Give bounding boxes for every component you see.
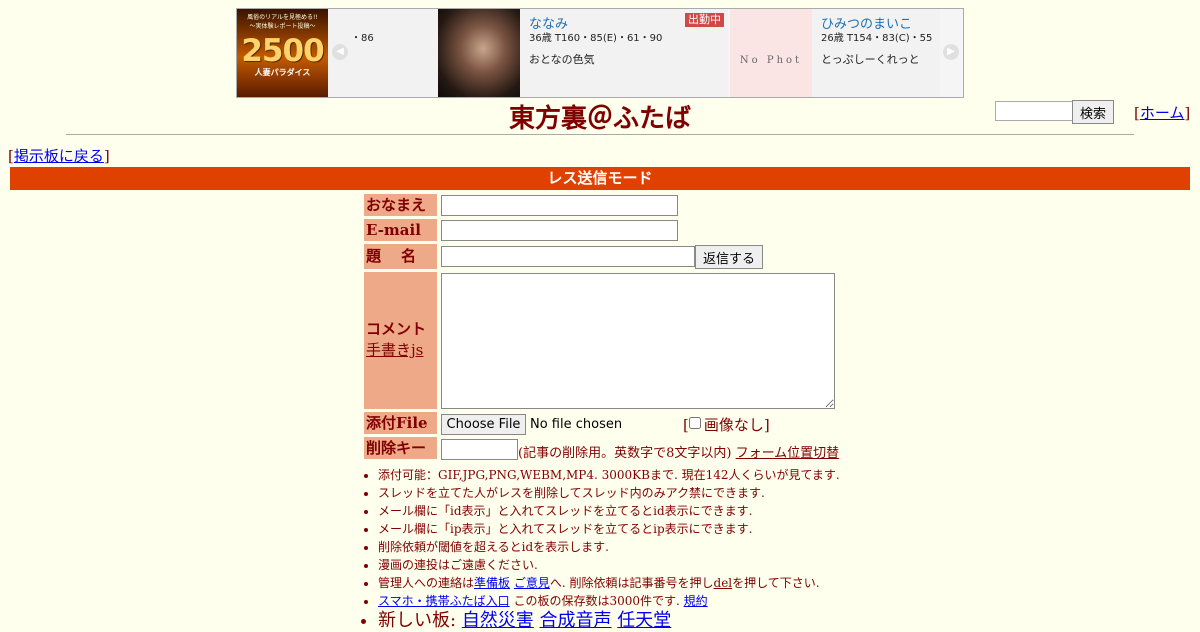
ad-text-2: ～実体験レポート投稿～ <box>249 23 316 30</box>
list-item: スマホ・携帯ふたば入口 この板の保存数は3000件です. 規約 <box>378 592 840 610</box>
name-field[interactable] <box>441 195 678 216</box>
carousel-left-arrow-icon[interactable]: ◀ <box>332 44 348 60</box>
new-board-link-nintendo[interactable]: 任天堂 <box>617 610 671 631</box>
ad-banner[interactable]: 風俗のリアルを見極める!! ～実体験レポート投稿～ 2500 人妻パラダイス ・… <box>236 8 964 98</box>
back-link-wrapper: [掲示板に戻る] <box>8 147 110 165</box>
new-board-link-synth-voice[interactable]: 合成音声 <box>540 610 612 631</box>
delete-key-field[interactable] <box>441 439 518 460</box>
new-board-link-disaster[interactable]: 自然災害 <box>462 610 534 631</box>
banner-card-2[interactable]: No Phot ひみつのまいこ 26歳 T154・83(C)・55 とっぷしーく… <box>730 9 940 97</box>
rules-list: 添付可能：GIF,JPG,PNG,WEBM,MP4. 3000KBまで. 現在1… <box>364 466 840 632</box>
choose-file-button[interactable]: Choose File <box>441 414 526 435</box>
comment-label: コメント <box>366 320 427 338</box>
banner-card-1-desc: おとなの色気 <box>529 53 595 66</box>
submit-reply-button[interactable]: 返信する <box>695 245 763 269</box>
new-boards-label: 新しい板: <box>378 610 457 631</box>
status-badge: 出勤中 <box>685 13 724 27</box>
search-input[interactable] <box>995 101 1075 121</box>
note-upload: 添付可能：GIF,JPG,PNG,WEBM,MP4. 3000KBまで. 現在1… <box>378 468 840 482</box>
file-label: 添付File <box>364 412 437 434</box>
banner-fragment-text: ・86 <box>351 33 374 44</box>
subject-label: 題名 <box>364 244 437 269</box>
prep-board-link[interactable]: 準備板 <box>474 576 510 590</box>
list-item: 新しい板: 自然災害 合成音声 任天堂 <box>378 610 840 632</box>
no-image-label: 画像なし] <box>703 416 770 434</box>
note-save-count: この板の保存数は3000件です. <box>513 594 680 608</box>
home-link[interactable]: ホーム <box>1140 104 1185 122</box>
list-item: メール欄に「ip表示」と入れてスレッドを立てるとip表示にできます. <box>378 520 840 538</box>
comment-label-cell: コメント 手書きjs <box>364 272 437 409</box>
delete-key-label: 削除キー <box>364 437 437 459</box>
banner-card-2-photo[interactable]: No Phot <box>730 9 812 97</box>
carousel-right-arrow-icon[interactable]: ▶ <box>943 44 959 60</box>
list-item: 削除依頼が閾値を超えるとidを表示します. <box>378 538 840 556</box>
delete-key-note-wrapper: (記事の削除用。英数字で8文字以内) フォーム位置切替 <box>518 442 839 461</box>
mobile-entrance-link[interactable]: スマホ・携帯ふたば入口 <box>378 594 510 608</box>
banner-card-1-stats: 36歳 T160・85(E)・61・90 <box>529 33 663 44</box>
no-file-chosen-text: No file chosen <box>530 417 623 432</box>
banner-card-1-photo[interactable] <box>438 9 520 97</box>
no-image-checkbox[interactable] <box>688 417 701 429</box>
note-thread-ban: スレッドを立てた人がレスを削除してスレッド内のみアク禁にできます. <box>378 486 765 500</box>
delete-key-note: (記事の削除用。英数字で8文字以内) <box>518 446 732 461</box>
note-contact-pre: 管理人への連絡は <box>378 576 475 590</box>
no-image-option[interactable]: [画像なし] <box>683 414 770 435</box>
note-contact-mid: へ. 削除依頼は記事番号を押し <box>549 576 714 590</box>
banner-card-2-desc: とっぷしーくれっと <box>821 53 920 66</box>
list-item: メール欄に「id表示」と入れてスレッドを立てるとid表示にできます. <box>378 502 840 520</box>
note-contact-post: を押して下さい. <box>732 576 820 590</box>
note-id-display: メール欄に「id表示」と入れてスレッドを立てるとid表示にできます. <box>378 504 753 518</box>
terms-link[interactable]: 規約 <box>684 594 708 608</box>
ad-text-1: 風俗のリアルを見極める!! <box>247 14 318 21</box>
note-delete-threshold: 削除依頼が閾値を超えるとidを表示します. <box>378 540 609 554</box>
form-position-toggle-link[interactable]: フォーム位置切替 <box>736 446 840 461</box>
ad-image[interactable]: 風俗のリアルを見極める!! ～実体験レポート投稿～ 2500 人妻パラダイス <box>237 9 328 97</box>
ad-big-number: 2500 <box>241 33 324 69</box>
note-manga: 漫画の連投はご遠慮ください. <box>378 558 538 572</box>
list-item: 添付可能：GIF,JPG,PNG,WEBM,MP4. 3000KBまで. 現在1… <box>378 466 840 484</box>
email-field[interactable] <box>441 220 678 241</box>
handwrite-link[interactable]: 手書きjs <box>366 341 423 359</box>
list-item: 漫画の連投はご遠慮ください. <box>378 556 840 574</box>
home-link-wrapper: [ホーム] <box>1134 104 1191 122</box>
search-button[interactable]: 検索 <box>1072 100 1114 124</box>
email-label: E-mail <box>364 219 437 241</box>
list-item: スレッドを立てた人がレスを削除してスレッド内のみアク禁にできます. <box>378 484 840 502</box>
del-link[interactable]: del <box>714 576 733 590</box>
banner-card-1[interactable]: ななみ 出勤中 36歳 T160・85(E)・61・90 おとなの色気 <box>438 9 728 97</box>
note-ip-display: メール欄に「ip表示」と入れてスレッドを立てるとip表示にできます. <box>378 522 753 536</box>
header-divider <box>66 134 1134 135</box>
reply-mode-bar: レス送信モード <box>10 167 1190 190</box>
banner-card-2-stats: 26歳 T154・83(C)・55 <box>821 33 933 44</box>
feedback-link[interactable]: ご意見 <box>514 576 550 590</box>
name-label: おなまえ <box>364 194 437 216</box>
back-to-board-link[interactable]: 掲示板に戻る <box>14 147 104 165</box>
list-item: 管理人への連絡は準備板 ご意見へ. 削除依頼は記事番号を押しdelを押して下さい… <box>378 574 840 592</box>
comment-textarea[interactable] <box>441 273 835 409</box>
subject-field[interactable] <box>441 246 695 267</box>
